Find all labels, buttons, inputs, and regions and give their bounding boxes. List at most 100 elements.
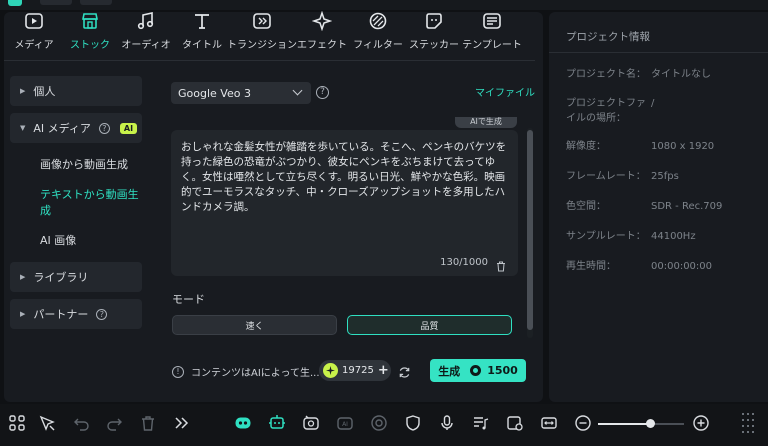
prop-value: 44100Hz [651, 231, 696, 242]
nav-label: 画像から動画生成 [40, 158, 128, 171]
generate-label: 生成 [438, 364, 461, 378]
tab-media[interactable]: メディア [6, 6, 62, 56]
nav-personal[interactable]: ▶ 個人 [10, 76, 142, 106]
mode-fast-button[interactable]: 速く [172, 315, 337, 335]
generate-button[interactable]: 生成 1500 [430, 359, 526, 382]
select-cursor-icon[interactable] [38, 414, 56, 432]
my-file-link[interactable]: マイファイル [475, 84, 535, 99]
zoom-slider-handle[interactable] [645, 419, 655, 428]
prop-value: タイトルなし [651, 69, 711, 80]
svg-text:AI: AI [342, 421, 348, 428]
nav-label: AI メディア [33, 122, 91, 135]
prompt-text[interactable]: おしゃれな金髪女性が雑踏を歩いている。そこへ、ペンキのバケツを持った緑色の恐竜が… [181, 140, 509, 215]
help-icon[interactable]: ? [96, 308, 108, 320]
caret-right-icon: ▶ [20, 310, 26, 318]
tab-label: フィルター [353, 40, 403, 51]
prop-label: 解像度： [566, 141, 606, 152]
record-icon[interactable] [370, 414, 388, 432]
credits-pill[interactable]: 19725 + [319, 360, 391, 381]
tab-template[interactable]: テンプレート [462, 6, 522, 56]
delete-icon[interactable] [139, 414, 157, 432]
help-icon[interactable]: ? [316, 86, 329, 99]
tab-label: テンプレート [462, 40, 522, 51]
prompt-textarea[interactable]: おしゃれな金髪女性が雑踏を歩いている。そこへ、ペンキのバケツを持った緑色の恐竜が… [171, 130, 518, 276]
window-tab[interactable] [40, 0, 72, 5]
mode-label: モード [172, 293, 205, 306]
tabs-divider [4, 60, 535, 61]
nav-partner[interactable]: ▶ パートナー ? [10, 299, 142, 329]
add-credits-icon[interactable]: + [378, 363, 389, 378]
prop-value: SDR - Rec.709 [651, 201, 723, 212]
sticker-icon [423, 10, 445, 32]
zoom-out-icon[interactable] [574, 414, 592, 432]
project-info-title: プロジェクト情報 [566, 31, 650, 43]
mic-icon[interactable] [438, 414, 456, 432]
caret-right-icon: ▶ [20, 87, 26, 95]
tab-sticker[interactable]: ステッカー [406, 6, 462, 56]
more-chevron-icon[interactable] [172, 414, 190, 432]
tab-label: ストック [70, 40, 110, 51]
grid-icon[interactable] [8, 414, 26, 432]
redo-icon[interactable] [106, 414, 124, 432]
nav-label: AI 画像 [40, 234, 77, 247]
tab-label: トランジション [227, 40, 297, 51]
credit-coin-icon [470, 365, 482, 376]
nav-library[interactable]: ▶ ライブラリ [10, 262, 142, 292]
grip-icon[interactable] [742, 413, 754, 433]
generate-cost: 1500 [487, 364, 518, 377]
prop-value: 25fps [651, 171, 679, 182]
ai-effect-icon[interactable]: AI [336, 414, 354, 432]
template-icon [481, 10, 503, 32]
credit-coin-icon [323, 363, 338, 378]
notice-text: コンテンツはAIによって生... [191, 368, 320, 379]
music-note-icon [135, 10, 157, 32]
nav-text-to-video[interactable]: テキストから動画生成 [10, 187, 142, 217]
nav-ai-image[interactable]: AI 画像 [10, 225, 142, 255]
filter-icon [367, 10, 389, 32]
media-tabs: メディア ストック オーディオ タイトル トランジション エフェクト フィルター… [6, 6, 522, 56]
nav-label: テキストから動画生成 [40, 188, 139, 217]
nav-label: パートナー [33, 308, 89, 321]
model-select[interactable]: Google Veo 3 [171, 82, 311, 104]
prop-value: 00:00:00:00 [651, 261, 713, 272]
transition-icon [251, 10, 273, 32]
chevron-down-icon [292, 85, 303, 96]
panel-divider [549, 52, 768, 53]
ai-copilot-icon[interactable] [268, 414, 286, 432]
ai-badge: AI [119, 122, 138, 134]
tab-stock[interactable]: ストック [62, 6, 118, 56]
stock-icon [79, 10, 101, 32]
ai-generate-chip[interactable]: AIで生成 [455, 117, 517, 128]
ai-robot-icon[interactable] [234, 414, 252, 432]
zoom-slider-fill [598, 423, 650, 425]
motion-icon[interactable] [302, 414, 320, 432]
clip-icon[interactable] [506, 414, 524, 432]
tab-effect[interactable]: エフェクト [294, 6, 350, 56]
caret-down-icon: ▼ [20, 124, 26, 132]
tab-title[interactable]: タイトル [174, 6, 230, 56]
fit-icon[interactable] [540, 414, 558, 432]
tab-audio[interactable]: オーディオ [118, 6, 174, 56]
mode-quality-button[interactable]: 品質 [347, 315, 512, 335]
nav-label: ライブラリ [33, 271, 89, 284]
shield-icon[interactable] [404, 414, 422, 432]
help-icon[interactable]: ? [98, 122, 110, 134]
nav-ai-media[interactable]: ▼ AI メディア ? AI [10, 113, 142, 143]
tab-label: メディア [14, 40, 54, 51]
zoom-in-icon[interactable] [692, 414, 710, 432]
nav-image-to-video[interactable]: 画像から動画生成 [10, 149, 142, 179]
prop-label: プロジェクト名： [566, 69, 646, 80]
char-counter: 130/1000 [440, 257, 488, 268]
prop-value: 1080 x 1920 [651, 141, 715, 152]
audio-list-icon[interactable] [472, 414, 490, 432]
scrollbar-thumb[interactable] [527, 130, 533, 330]
window-tab[interactable] [80, 0, 112, 5]
prop-label: サンプルレート： [566, 231, 646, 242]
trash-icon[interactable] [496, 257, 506, 272]
prop-label: フレームレート： [566, 171, 646, 182]
undo-icon[interactable] [72, 414, 90, 432]
media-icon [23, 10, 45, 32]
tab-filter[interactable]: フィルター [350, 6, 406, 56]
refresh-icon[interactable] [398, 364, 411, 378]
tab-transition[interactable]: トランジション [227, 6, 297, 56]
